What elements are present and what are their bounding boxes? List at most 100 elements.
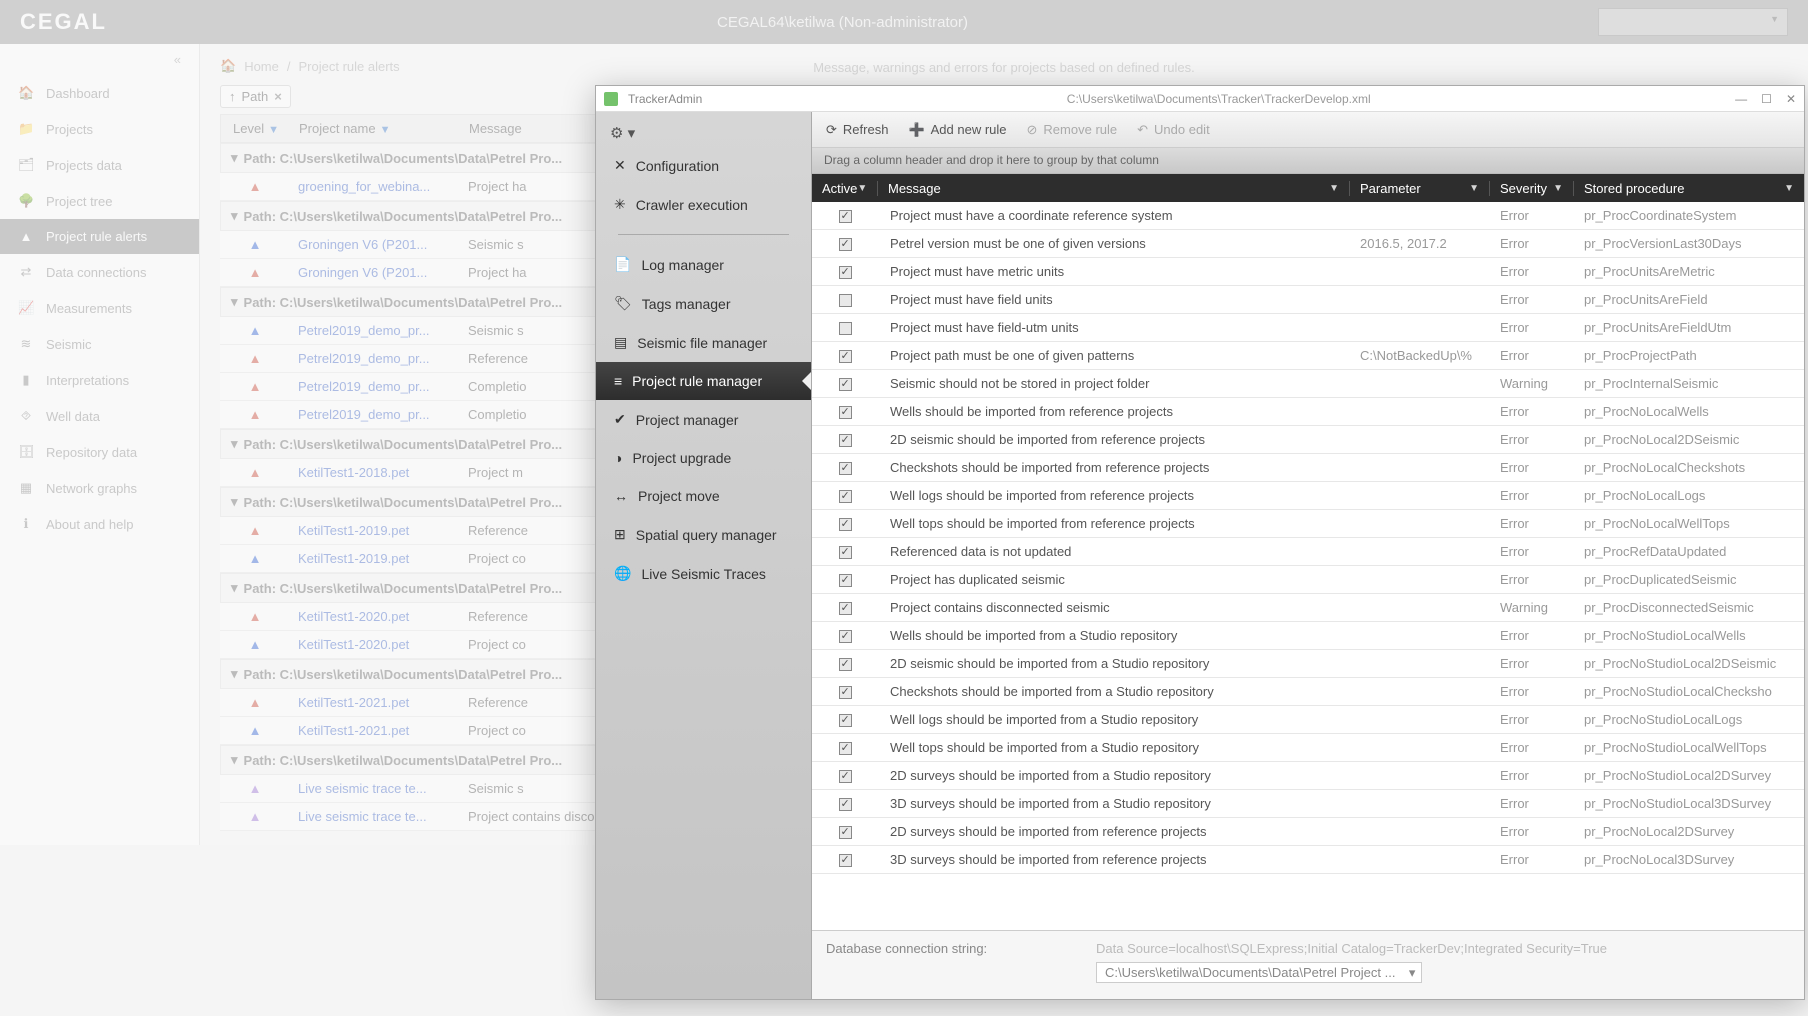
nav-item-dashboard[interactable]: 🏠Dashboard	[0, 75, 199, 111]
rule-row[interactable]: 3D surveys should be imported from a Stu…	[812, 790, 1804, 818]
rule-row[interactable]: Well logs should be imported from a Stud…	[812, 706, 1804, 734]
nav-item-about-and-help[interactable]: ℹAbout and help	[0, 506, 199, 542]
rule-row[interactable]: Checkshots should be imported from a Stu…	[812, 678, 1804, 706]
active-checkbox[interactable]	[839, 798, 852, 811]
side-item-configuration[interactable]: ✕Configuration	[596, 146, 811, 185]
filter-icon[interactable]: ▼	[1329, 183, 1339, 194]
project-link[interactable]: Groningen V6 (P201...	[298, 265, 427, 280]
active-checkbox[interactable]	[839, 266, 852, 279]
project-link[interactable]: KetilTest1-2021.pet	[298, 695, 409, 710]
breadcrumb-home[interactable]: Home	[244, 59, 279, 74]
active-checkbox[interactable]	[839, 238, 852, 251]
filter-icon[interactable]: ▼	[857, 183, 867, 194]
project-link[interactable]: Petrel2019_demo_pr...	[298, 351, 430, 366]
nav-item-projects-data[interactable]: 🗂Projects data	[0, 147, 199, 183]
remove-rule-button[interactable]: ⊘Remove rule	[1027, 122, 1118, 138]
active-checkbox[interactable]	[839, 630, 852, 643]
rule-row[interactable]: Project has duplicated seismicErrorpr_Pr…	[812, 566, 1804, 594]
project-link[interactable]: Groningen V6 (P201...	[298, 237, 427, 252]
nav-item-network-graphs[interactable]: ▦Network graphs	[0, 470, 199, 506]
rule-row[interactable]: Well tops should be imported from refere…	[812, 510, 1804, 538]
active-checkbox[interactable]	[839, 294, 852, 307]
project-link[interactable]: KetilTest1-2019.pet	[298, 523, 409, 538]
active-checkbox[interactable]	[839, 854, 852, 867]
rule-row[interactable]: Project contains disconnected seismicWar…	[812, 594, 1804, 622]
rule-row[interactable]: Project must have metric unitsErrorpr_Pr…	[812, 258, 1804, 286]
nav-item-project-rule-alerts[interactable]: ▲Project rule alerts	[0, 219, 199, 254]
rule-row[interactable]: Well logs should be imported from refere…	[812, 482, 1804, 510]
rule-row[interactable]: Project must have field unitsErrorpr_Pro…	[812, 286, 1804, 314]
active-checkbox[interactable]	[839, 518, 852, 531]
nav-item-well-data[interactable]: ⯑Well data	[0, 398, 199, 434]
active-checkbox[interactable]	[839, 350, 852, 363]
side-item-log-manager[interactable]: 📄Log manager	[596, 245, 811, 284]
active-checkbox[interactable]	[839, 686, 852, 699]
filter-icon[interactable]: ▼	[268, 124, 279, 136]
rule-row[interactable]: Project must have field-utm unitsErrorpr…	[812, 314, 1804, 342]
rule-row[interactable]: Wells should be imported from reference …	[812, 398, 1804, 426]
active-checkbox[interactable]	[839, 322, 852, 335]
side-item-live-seismic-traces[interactable]: 🌐Live Seismic Traces	[596, 554, 811, 593]
side-item-project-upgrade[interactable]: ◑Project upgrade	[596, 439, 811, 477]
collapse-icon[interactable]: «	[0, 44, 199, 75]
top-dropdown[interactable]	[1598, 8, 1788, 36]
rule-row[interactable]: Project path must be one of given patter…	[812, 342, 1804, 370]
side-item-spatial-query-manager[interactable]: ⊞Spatial query manager	[596, 515, 811, 554]
rule-row[interactable]: 2D surveys should be imported from a Stu…	[812, 762, 1804, 790]
active-checkbox[interactable]	[839, 658, 852, 671]
project-link[interactable]: KetilTest1-2021.pet	[298, 723, 409, 738]
nav-item-data-connections[interactable]: ⇄Data connections	[0, 254, 199, 290]
project-link[interactable]: KetilTest1-2019.pet	[298, 551, 409, 566]
project-link[interactable]: Petrel2019_demo_pr...	[298, 379, 430, 394]
project-link[interactable]: Petrel2019_demo_pr...	[298, 407, 430, 422]
filter-icon[interactable]: ▼	[1469, 183, 1479, 194]
active-checkbox[interactable]	[839, 406, 852, 419]
active-checkbox[interactable]	[839, 826, 852, 839]
filter-icon[interactable]: ▼	[1553, 183, 1563, 194]
active-checkbox[interactable]	[839, 742, 852, 755]
project-link[interactable]: Live seismic trace te...	[298, 781, 427, 796]
close-icon[interactable]: ×	[274, 89, 282, 104]
home-icon[interactable]: 🏠	[220, 58, 236, 74]
active-checkbox[interactable]	[839, 462, 852, 475]
active-checkbox[interactable]	[839, 378, 852, 391]
rule-row[interactable]: Seismic should not be stored in project …	[812, 370, 1804, 398]
rule-row[interactable]: Wells should be imported from a Studio r…	[812, 622, 1804, 650]
rule-row[interactable]: 2D surveys should be imported from refer…	[812, 818, 1804, 846]
nav-item-interpretations[interactable]: ▮Interpretations	[0, 362, 199, 398]
nav-item-projects[interactable]: 📁Projects	[0, 111, 199, 147]
gear-icon[interactable]: ⚙ ▾	[596, 120, 811, 146]
side-item-tags-manager[interactable]: 🏷Tags manager	[596, 284, 811, 323]
rule-row[interactable]: Well tops should be imported from a Stud…	[812, 734, 1804, 762]
nav-item-measurements[interactable]: 📈Measurements	[0, 290, 199, 326]
group-pill-path[interactable]: ↑ Path ×	[220, 85, 291, 108]
side-item-project-move[interactable]: ↔Project move	[596, 477, 811, 515]
side-item-project-manager[interactable]: ✔Project manager	[596, 400, 811, 439]
refresh-button[interactable]: ⟳Refresh	[826, 122, 888, 138]
nav-item-seismic[interactable]: ≋Seismic	[0, 326, 199, 362]
rule-row[interactable]: 2D seismic should be imported from a Stu…	[812, 650, 1804, 678]
minimize-icon[interactable]: —	[1735, 92, 1747, 106]
rule-grid-body[interactable]: Project must have a coordinate reference…	[812, 202, 1804, 930]
add-rule-button[interactable]: ➕Add new rule	[908, 122, 1006, 138]
group-hint[interactable]: Drag a column header and drop it here to…	[812, 148, 1804, 174]
active-checkbox[interactable]	[839, 546, 852, 559]
side-item-crawler-execution[interactable]: ✳Crawler execution	[596, 185, 811, 224]
side-item-seismic-file-manager[interactable]: ▤Seismic file manager	[596, 323, 811, 362]
rule-row[interactable]: Referenced data is not updatedErrorpr_Pr…	[812, 538, 1804, 566]
folder-select[interactable]: C:\Users\ketilwa\Documents\Data\Petrel P…	[1096, 962, 1422, 983]
rule-row[interactable]: 3D surveys should be imported from refer…	[812, 846, 1804, 874]
active-checkbox[interactable]	[839, 434, 852, 447]
rule-row[interactable]: Project must have a coordinate reference…	[812, 202, 1804, 230]
active-checkbox[interactable]	[839, 490, 852, 503]
active-checkbox[interactable]	[839, 574, 852, 587]
active-checkbox[interactable]	[839, 770, 852, 783]
rule-row[interactable]: Petrel version must be one of given vers…	[812, 230, 1804, 258]
active-checkbox[interactable]	[839, 714, 852, 727]
filter-icon[interactable]: ▼	[1784, 183, 1794, 194]
project-link[interactable]: KetilTest1-2020.pet	[298, 609, 409, 624]
dialog-titlebar[interactable]: TrackerAdmin C:\Users\ketilwa\Documents\…	[596, 86, 1804, 112]
project-link[interactable]: groening_for_webina...	[298, 179, 430, 194]
filter-icon[interactable]: ▼	[380, 124, 391, 136]
close-icon[interactable]: ✕	[1786, 92, 1796, 106]
